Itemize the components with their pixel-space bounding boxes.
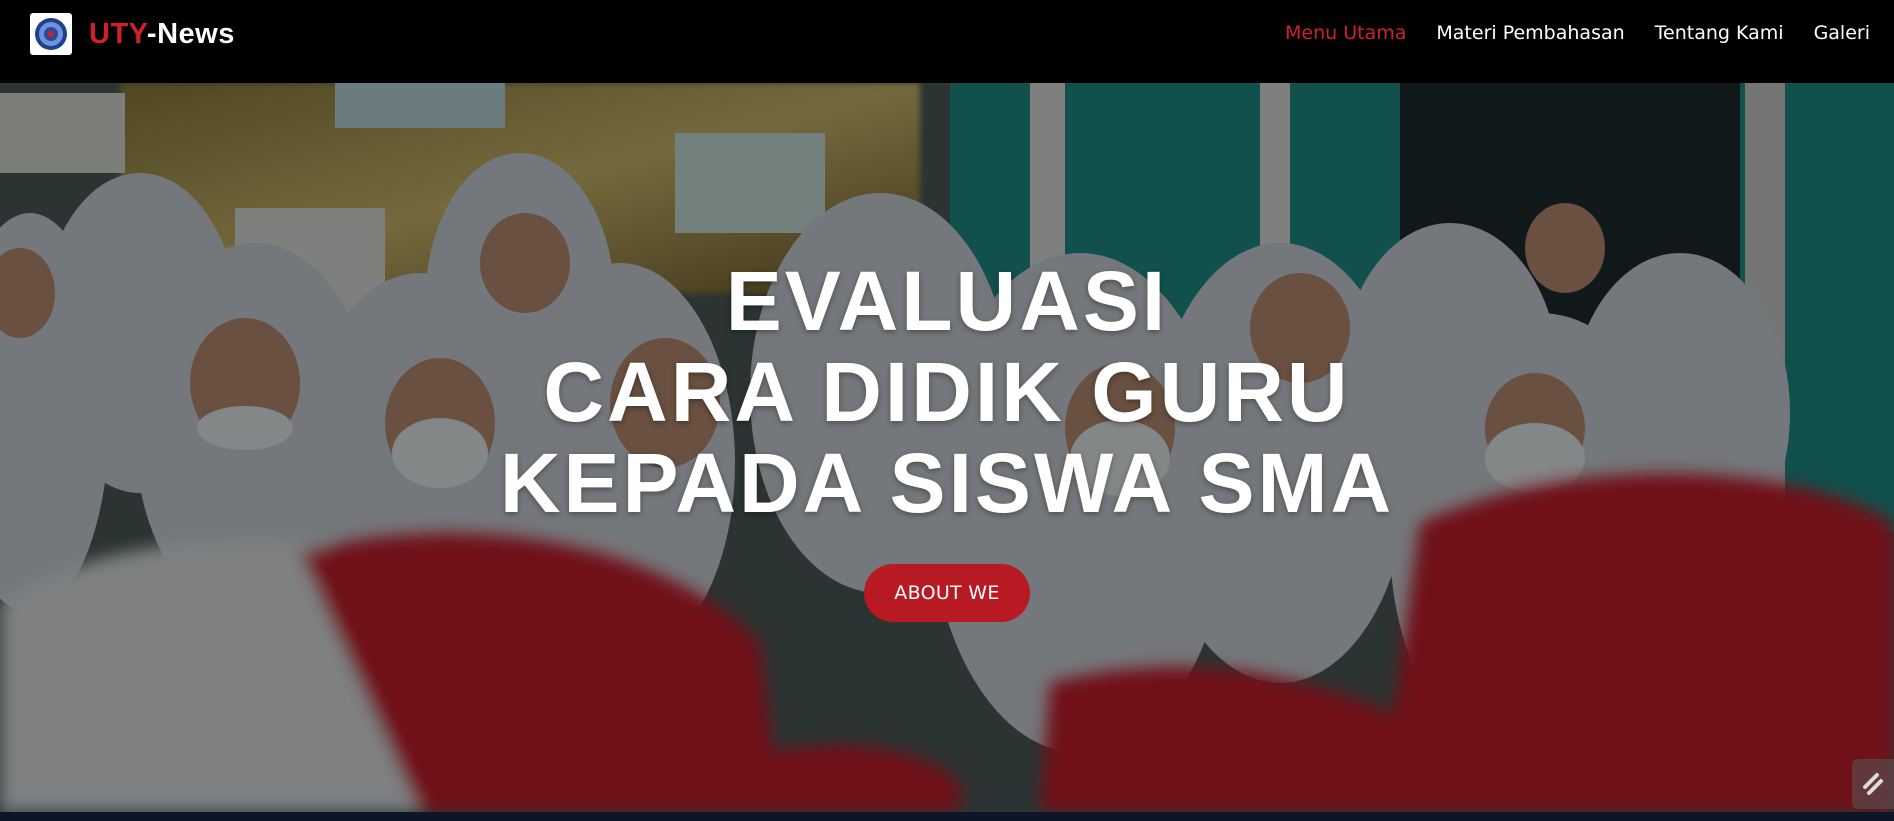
brand-link[interactable]: UTY-News xyxy=(30,13,235,55)
hero-section: EVALUASI CARA DIDIK GURU KEPADA SISWA SM… xyxy=(0,83,1894,812)
nav-item-galeri[interactable]: Galeri xyxy=(1814,22,1870,44)
nav-item-tentang-kami[interactable]: Tentang Kami xyxy=(1655,22,1784,44)
university-seal-icon xyxy=(30,13,72,55)
hero-content: EVALUASI CARA DIDIK GURU KEPADA SISWA SM… xyxy=(0,256,1894,622)
side-panel-toggle[interactable] xyxy=(1852,759,1894,809)
footer-strip xyxy=(0,812,1894,821)
hero-title-line-2: CARA DIDIK GURU xyxy=(543,345,1351,439)
hero-title: EVALUASI CARA DIDIK GURU KEPADA SISWA SM… xyxy=(0,256,1894,529)
hero-title-line-3: KEPADA SISWA SMA xyxy=(499,436,1395,530)
navbar: UTY-News Menu Utama Materi Pembahasan Te… xyxy=(0,0,1894,83)
main-nav: Menu Utama Materi Pembahasan Tentang Kam… xyxy=(1285,0,1870,66)
brand-name: UTY-News xyxy=(89,18,235,51)
nav-item-materi-pembahasan[interactable]: Materi Pembahasan xyxy=(1436,22,1624,44)
hero-title-line-1: EVALUASI xyxy=(725,254,1169,348)
brand-name-accent: UTY xyxy=(89,17,147,50)
brand-name-rest: -News xyxy=(146,17,235,50)
nav-item-menu-utama[interactable]: Menu Utama xyxy=(1285,22,1406,44)
diagonal-stripes-icon xyxy=(1863,773,1883,795)
about-we-button[interactable]: ABOUT WE xyxy=(864,564,1030,622)
